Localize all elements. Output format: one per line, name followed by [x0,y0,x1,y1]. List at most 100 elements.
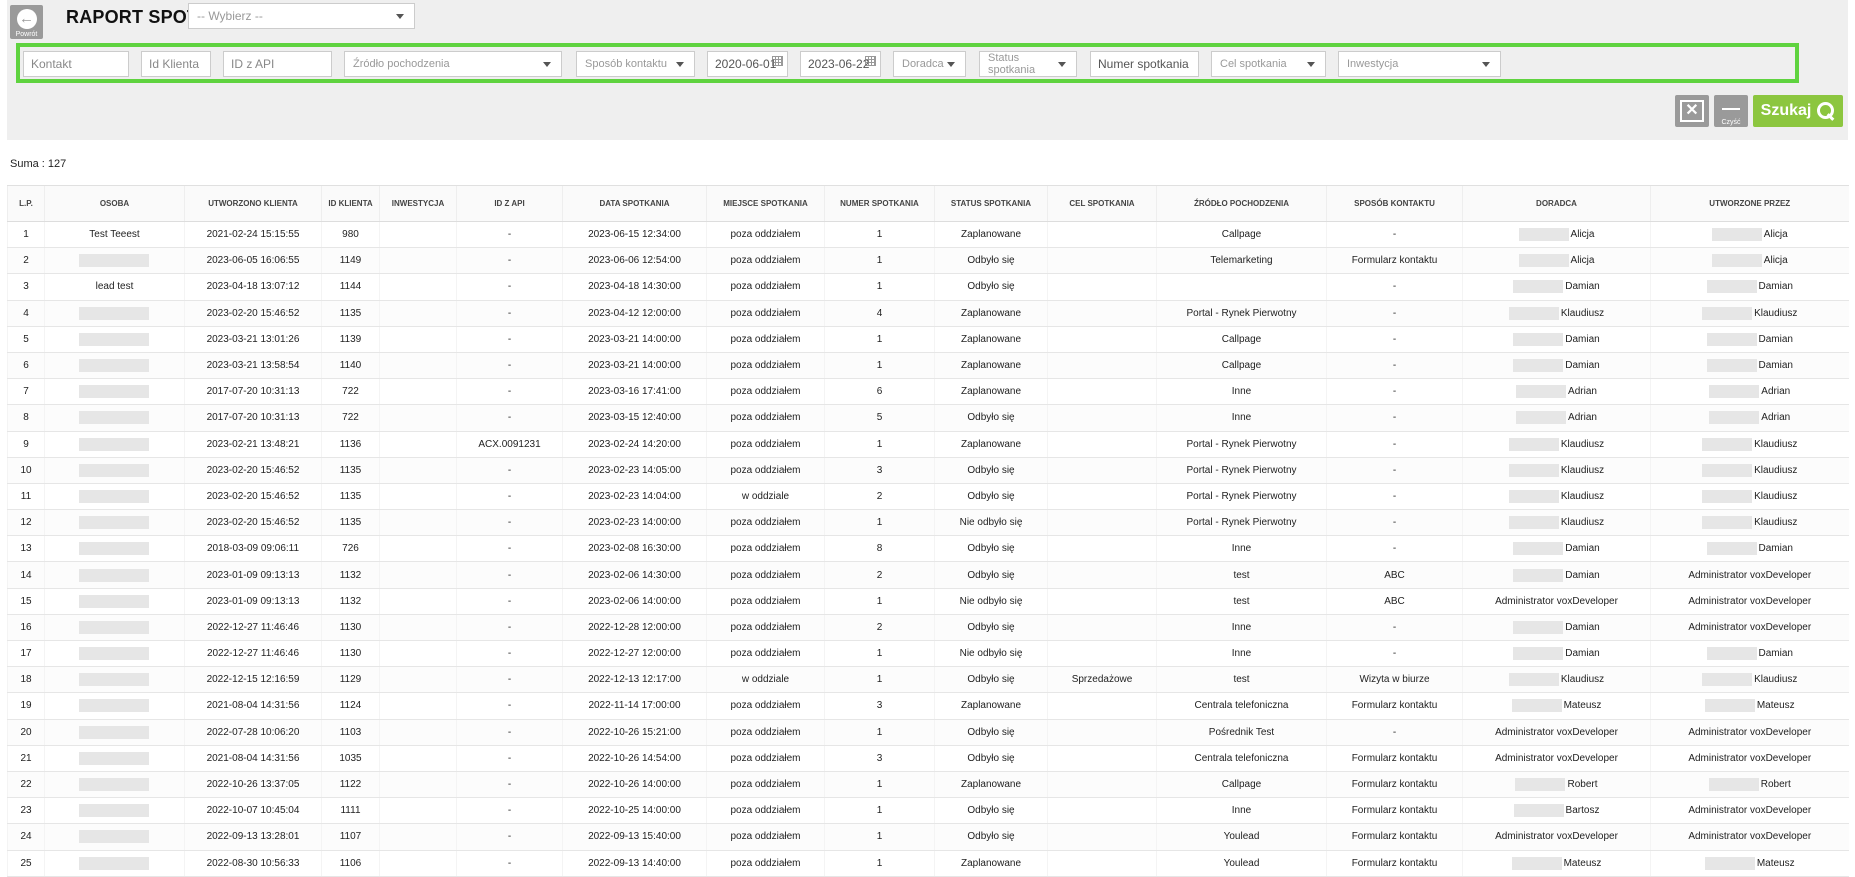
redacted-block [1515,778,1566,792]
id-api-placeholder: ID z API [231,57,275,71]
table-cell: Inne [1156,640,1327,668]
table-cell: 2023-04-12 12:00:00 [562,300,707,327]
column-header[interactable]: STATUS SPOTKANIA [934,185,1048,222]
table-row[interactable]: 11 2023-02-20 15:46:52 1135-2023-02-23 14:… [7,483,1849,511]
table-row[interactable]: 7 2017-07-20 10:31:13 722-2023-03-16 17:41… [7,378,1849,406]
table-row[interactable]: 20 2022-07-28 10:06:20 1103-2022-10-26 15:… [7,719,1849,746]
column-header[interactable]: SPOSÓB KONTAKTU [1326,185,1463,222]
table-cell: poza oddziałem [706,509,825,537]
column-header[interactable]: NUMER SPOTKANIA [824,185,935,222]
table-cell [379,692,457,720]
column-header[interactable]: CEL SPOTKANIA [1047,185,1157,222]
table-row[interactable]: 2 2023-06-05 16:06:55 1149 -2023-06-06 12:5… [7,247,1849,275]
column-header[interactable]: MIEJSCE SPOTKANIA [706,185,825,222]
table-row[interactable]: 4 2023-02-20 15:46:52 1135-2023-04-12 12:0… [7,300,1849,327]
doradca-select[interactable]: Doradca [893,51,966,77]
column-header[interactable]: UTWORZONO KLIENTA [184,185,322,222]
table-row[interactable]: 10 2023-02-20 15:46:52 1135-2023-02-23 14:… [7,457,1849,484]
column-header[interactable]: DATA SPOTKANIA [562,185,707,222]
table-row[interactable]: 21 2021-08-04 14:31:56 1035 -2022-10-26 14:… [7,745,1849,772]
chevron-down-icon [1482,62,1490,67]
cell-text: Klaudiusz [1560,674,1605,686]
table-cell: 1106 [321,850,380,877]
table-row[interactable]: 25 2022-08-30 10:56:33 1106 -2022-09-13 14:… [7,850,1849,877]
id-klienta-input[interactable]: Id Klienta [141,51,211,77]
table-row[interactable]: 17 2022-12-27 11:46:46 1130-2022-12-27 12:… [7,640,1849,668]
table-cell [379,850,457,877]
table-cell: - [456,771,563,799]
search-button[interactable]: Szukaj [1753,95,1843,127]
table-cell [1047,483,1157,511]
column-header[interactable]: DORADCA [1462,185,1651,222]
report-select[interactable]: -- Wybierz -- [188,3,415,29]
table-cell: Adrian [1650,378,1849,406]
table-cell: 2022-09-13 15:40:00 [562,823,707,851]
table-row[interactable]: 22 2022-10-26 13:37:05 1122 -2022-10-26 14:… [7,771,1849,799]
table-cell: Klaudiusz [1650,666,1849,694]
table-cell: Zaplanowane [934,850,1048,877]
cel-select[interactable]: Cel spotkania [1211,51,1326,77]
table-cell: Odbyło się [934,535,1048,563]
table-cell: 2 [7,247,45,275]
table-row[interactable]: 3 lead test 2023-04-18 13:07:12 1144-2023-0… [7,273,1849,301]
table-row[interactable]: 6 2023-03-21 13:58:54 1140-2023-03-21 14:0… [7,352,1849,380]
table-cell: 10 [7,457,45,484]
table-row[interactable]: 18 2022-12-15 12:16:59 1129 -2022-12-13 12:… [7,666,1849,694]
column-header[interactable]: ŹRÓDŁO POCHODZENIA [1156,185,1327,222]
table-cell [44,431,185,458]
table-row[interactable]: 13 2018-03-09 09:06:11 726-2023-02-08 16:3… [7,535,1849,563]
zrodlo-select[interactable]: Źródło pochodzenia [344,51,562,77]
column-header[interactable]: OSOBA [44,185,185,222]
calendar-icon[interactable] [865,56,876,66]
table-row[interactable]: 15 2023-01-09 09:13:13 1132 -2023-02-06 14:… [7,588,1849,615]
table-row[interactable]: 12 2023-02-20 15:46:52 1135-2023-02-23 14:… [7,509,1849,537]
back-button[interactable]: ← Powrót [10,5,43,39]
redacted-block [78,804,149,818]
kontakt-input[interactable]: Kontakt [23,51,129,77]
table-cell: 8 [824,535,935,563]
table-cell: Alicja [1462,221,1651,249]
table-row[interactable]: 1 Test Teeest 2021-02-24 15:15:55 980-2023-… [7,221,1849,249]
cell-text: Mateusz [1563,700,1602,712]
table-cell: 1140 [321,352,380,380]
table-row[interactable]: 16 2022-12-27 11:46:46 1130-2022-12-28 12:… [7,614,1849,642]
table-cell: 2023-03-21 14:00:00 [562,326,707,353]
column-header[interactable]: ID Z API [456,185,563,222]
calendar-icon[interactable] [772,56,783,66]
table-row[interactable]: 8 2017-07-20 10:31:13 722-2023-03-15 12:40… [7,404,1849,432]
table-cell: Odbyło się [934,404,1048,432]
table-cell [44,797,185,825]
table-cell: - [456,300,563,327]
table-row[interactable]: 23 2022-10-07 10:45:04 1111 -2022-10-25 14:… [7,797,1849,825]
table-cell [44,771,185,799]
column-header[interactable]: INWESTYCJA [379,185,457,222]
arrow-left-icon: ← [16,9,37,29]
column-header[interactable]: UTWORZONE PRZEZ [1650,185,1849,222]
summary-value: 127 [47,158,67,170]
date-to-input[interactable]: 2023-06-22 [800,51,881,77]
table-cell [379,719,457,746]
table-cell: poza oddziałem [706,588,825,615]
table-cell: 2 [824,614,935,642]
date-from-input[interactable]: 2020-06-01 [707,51,788,77]
column-header[interactable]: ID KLIENTA [321,185,380,222]
sposob-select[interactable]: Sposób kontaktu [576,51,695,77]
table-row[interactable]: 24 2022-09-13 13:28:01 1107 -2022-09-13 15:… [7,823,1849,851]
status-select-value: Status spotkania [988,52,1036,76]
cell-text: Alicja [1763,255,1788,267]
table-cell: Portal - Rynek Pierwotny [1156,431,1327,458]
table-row[interactable]: 5 2023-03-21 13:01:26 1139-2023-03-21 14:0… [7,326,1849,353]
status-select[interactable]: Status spotkania [979,51,1077,77]
id-api-input[interactable]: ID z API [223,51,332,77]
table-row[interactable]: 14 2023-01-09 09:13:13 1132 -2023-02-06 14:… [7,561,1849,589]
clear-button[interactable]: Czyść [1714,95,1748,127]
table-cell: Zaplanowane [934,431,1048,458]
export-excel-button[interactable]: ✕ [1675,95,1709,127]
table-row[interactable]: 9 2023-02-21 13:48:21 1136 ACX.0091231 2023-… [7,431,1849,458]
numer-spotkania-input[interactable]: Numer spotkania [1090,51,1199,77]
column-header[interactable]: L.P. [7,185,45,222]
table-cell [1047,404,1157,432]
table-row[interactable]: 19 2021-08-04 14:31:56 1124 -2022-11-14 17:… [7,692,1849,720]
inwestycja-select[interactable]: Inwestycja [1338,51,1501,77]
table-cell: 1132 [321,561,380,589]
